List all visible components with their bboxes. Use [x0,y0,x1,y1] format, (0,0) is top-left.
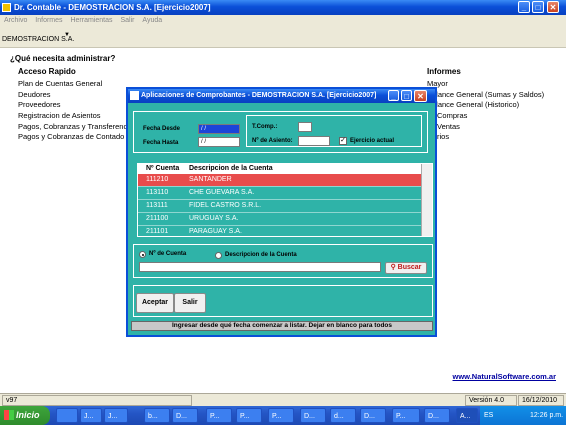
dialog-app-icon [130,91,139,100]
quick-link[interactable]: Pagos y Cobranzas de Contado [18,132,124,141]
window-title-bar: Dr. Contable - DEMOSTRACION S.A. [Ejerci… [0,0,566,15]
col-header-desc[interactable]: Descripcion de la Cuenta [189,164,273,174]
hint-message: Ingresar desde qué fecha comenzar a list… [131,321,433,331]
taskbar-item[interactable]: D... [360,408,386,423]
close-button[interactable]: ✕ [547,1,559,13]
minimize-button[interactable]: _ [518,1,530,13]
dialog-close-button[interactable]: ✕ [414,90,427,102]
accept-button[interactable]: Aceptar [136,293,174,313]
maximize-button[interactable]: □ [532,1,544,13]
taskbar-item[interactable]: P... [268,408,294,423]
status-version: Versión 4.0 [465,395,517,406]
fecha-hasta-label: Fecha Hasta [143,140,179,146]
binoculars-icon: ⚲ [390,264,396,271]
search-button[interactable]: ⚲ Buscar [385,262,427,274]
status-left: v97 [2,395,192,406]
toolbar: DEMOSTRACION S.A. ▼ [0,26,566,48]
dialog-window: Aplicaciones de Comprobantes - DEMOSTRAC… [126,87,437,337]
reports-title: Informes [427,67,461,76]
windows-flag-icon [4,410,14,420]
radio-desc-label: Descripcion de la Cuenta [225,252,297,258]
table-row[interactable]: 211101 PARAGUAY S.A. [138,226,421,236]
tcomp-input[interactable] [298,122,312,132]
report-link[interactable]: Ventas [437,122,460,131]
radio-descripcion[interactable] [215,252,222,259]
dialog-maximize-button[interactable]: □ [401,90,412,101]
radio-num-cuenta[interactable] [139,251,146,258]
taskbar-item[interactable]: D... [424,408,450,423]
grid-header: Nº Cuenta Descripcion de la Cuenta [138,164,421,174]
table-row[interactable]: 211100 URUGUAY S.A. [138,213,421,226]
window-title: Dr. Contable - DEMOSTRACION S.A. [Ejerci… [14,3,211,12]
taskbar-item[interactable]: P... [392,408,420,423]
system-tray: ES 12:26 p.m. [480,406,566,425]
table-row[interactable]: 113111 FIDEL CASTRO S.R.L. [138,200,421,213]
report-link[interactable]: alance General (Historico) [432,100,519,109]
taskbar: Inicio J... J... b... D... P... P... P..… [0,406,566,425]
quick-link[interactable]: Deudores [18,90,51,99]
fecha-desde-label: Fecha Desde [143,126,181,132]
dialog-minimize-button[interactable]: _ [388,90,399,101]
clock: 12:26 p.m. [530,412,564,419]
app-icon [2,3,11,12]
radio-num-label: Nº de Cuenta [149,251,187,257]
language-indicator[interactable]: ES [484,406,493,425]
chevron-down-icon[interactable]: ▼ [64,32,70,38]
start-button[interactable]: Inicio [0,406,50,425]
menu-bar: Archivo Informes Herramientas Salir Ayud… [0,15,566,26]
col-header-num[interactable]: Nº Cuenta [146,164,179,174]
report-link[interactable]: Compras [437,111,467,120]
menu-archivo[interactable]: Archivo [4,17,27,24]
report-link[interactable]: alance General (Sumas y Saldos) [432,90,544,99]
taskbar-item[interactable] [56,408,78,423]
taskbar-item[interactable]: P... [206,408,232,423]
table-row[interactable]: 111210 SANTANDER [138,174,421,187]
status-date: 16/12/2010 [518,395,564,406]
accounts-grid: Nº Cuenta Descripcion de la Cuenta 11121… [137,163,433,237]
quick-link[interactable]: Pagos, Cobranzas y Transferencias [18,122,137,131]
report-link[interactable]: rios [437,132,449,141]
taskbar-item[interactable]: J... [104,408,128,423]
status-bar: v97 Versión 4.0 16/12/2010 [0,393,566,407]
taskbar-item-active[interactable]: A... [456,408,478,423]
nro-asiento-input[interactable] [298,136,330,146]
quick-link[interactable]: Registracion de Asientos [18,111,101,120]
dialog-title: Aplicaciones de Comprobantes - DEMOSTRAC… [141,92,377,99]
taskbar-item[interactable]: D... [172,408,198,423]
taskbar-item[interactable]: J... [80,408,102,423]
fecha-desde-input[interactable]: / / [198,124,240,134]
search-input[interactable] [139,262,381,272]
menu-salir[interactable]: Salir [120,17,134,24]
exit-button[interactable]: Salir [174,293,206,313]
grid-scrollbar[interactable] [421,164,432,236]
fecha-hasta-input[interactable]: / / [198,137,240,147]
page-title: ¿Qué necesita administrar? [10,54,116,63]
tcomp-label: T.Comp.: [252,124,278,130]
taskbar-item[interactable]: D... [300,408,326,423]
website-link[interactable]: www.NaturalSoftware.com.ar [453,372,557,381]
ejercicio-checkbox[interactable]: ✓ [339,137,347,145]
quick-link[interactable]: Proveedores [18,100,61,109]
menu-herramientas[interactable]: Herramientas [70,17,112,24]
taskbar-item[interactable]: P... [236,408,262,423]
taskbar-item[interactable]: b... [144,408,170,423]
quick-access-title: Acceso Rapido [18,67,76,76]
taskbar-item[interactable]: d... [330,408,356,423]
table-row[interactable]: 113110 CHE GUEVARA S.A. [138,187,421,200]
quick-link[interactable]: Plan de Cuentas General [18,79,102,88]
menu-ayuda[interactable]: Ayuda [142,17,162,24]
menu-informes[interactable]: Informes [35,17,62,24]
dialog-title-bar: Aplicaciones de Comprobantes - DEMOSTRAC… [128,89,435,103]
ejercicio-label: Ejercicio actual [350,138,395,144]
nro-asiento-label: Nº de Asiento: [252,138,293,144]
